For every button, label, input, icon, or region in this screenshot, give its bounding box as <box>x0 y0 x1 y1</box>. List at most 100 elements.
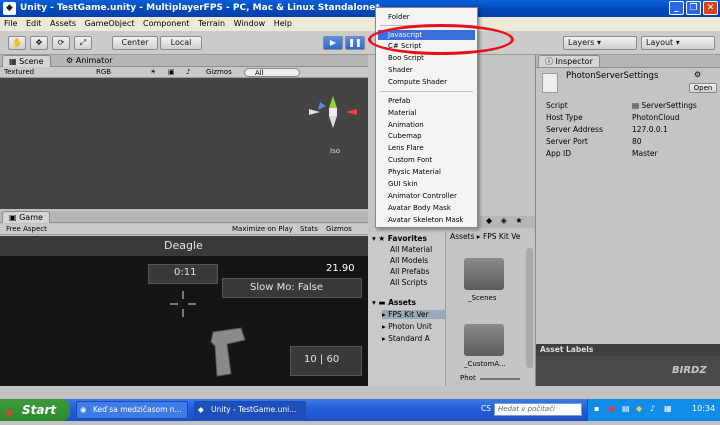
menu-help[interactable]: Help <box>274 19 292 28</box>
unity-taskbar-icon: ◆ <box>198 405 204 414</box>
volume-icon[interactable]: ♪ <box>650 404 655 413</box>
taskbar-item-unity[interactable]: ◆ Unity - TestGame.uni... <box>194 401 306 419</box>
pivot-center-button[interactable]: Center <box>112 36 158 50</box>
menu-item-animator-controller[interactable]: Animator Controller <box>378 191 475 201</box>
project-scrollbar[interactable] <box>526 248 533 368</box>
label-icon[interactable]: ◈ <box>501 216 507 225</box>
folder-icon[interactable] <box>464 324 504 356</box>
layers-dropdown[interactable]: Layers ▾ <box>563 36 637 50</box>
menu-file[interactable]: File <box>4 19 17 28</box>
tab-scene[interactable]: ▦ Scene <box>2 55 51 67</box>
open-button[interactable]: Open <box>689 83 717 93</box>
favorite-item[interactable]: All Scripts <box>390 278 427 287</box>
tray-icon[interactable]: ▪ <box>594 404 599 413</box>
menu-item-compute-shader[interactable]: Compute Shader <box>378 77 475 87</box>
menu-window[interactable]: Window <box>234 19 266 28</box>
channel-dropdown[interactable]: RGB <box>96 67 111 78</box>
favorite-item[interactable]: All Material <box>390 245 432 254</box>
tray-icon[interactable]: ▤ <box>622 404 630 413</box>
menu-item-shader[interactable]: Shader <box>378 65 475 75</box>
menu-item-prefab[interactable]: Prefab <box>378 96 475 106</box>
field-label: Script <box>546 101 568 110</box>
maximize-button[interactable]: ❐ <box>686 1 701 15</box>
settings-icon[interactable]: ⚙ <box>694 70 701 79</box>
tab-inspector[interactable]: ⓘ Inspector <box>538 55 600 67</box>
scene-search-input[interactable]: All <box>244 68 300 77</box>
start-button[interactable]: ❖ Start <box>0 399 70 421</box>
script-field[interactable]: ▤ ServerSettings <box>632 101 697 110</box>
tab-animator[interactable]: ⚙ Animator <box>60 55 119 67</box>
menu-item-custom-font[interactable]: Custom Font <box>378 155 475 165</box>
highlight-circle-annotation <box>368 24 514 55</box>
lighting-icon[interactable]: ☀ <box>150 67 156 78</box>
menu-item-cubemap[interactable]: Cubemap <box>378 131 475 141</box>
aspect-dropdown[interactable]: Free Aspect <box>6 224 47 235</box>
menu-item-folder[interactable]: Folder <box>378 12 475 22</box>
tab-game[interactable]: ▣ Game <box>2 211 50 223</box>
menu-item-physic-material[interactable]: Physic Material <box>378 167 475 177</box>
menu-gameobject[interactable]: GameObject <box>85 19 135 28</box>
menu-item-gui-skin[interactable]: GUI Skin <box>378 179 475 189</box>
menu-assets[interactable]: Assets <box>50 19 76 28</box>
menu-component[interactable]: Component <box>143 19 189 28</box>
move-tool-icon[interactable]: ✥ <box>30 36 48 50</box>
menu-item-material[interactable]: Material <box>378 108 475 118</box>
play-button[interactable]: ▶ <box>323 36 343 50</box>
asset-labels-header[interactable]: Asset Labels <box>536 344 720 356</box>
game-view[interactable]: Deagle 0:11 21.90 Slow Mo: False 10 | 60 <box>0 236 368 386</box>
zoom-slider[interactable] <box>480 378 520 380</box>
close-button[interactable]: ✕ <box>703 1 718 15</box>
assets-header[interactable]: ▾ ▬ Assets <box>372 298 416 307</box>
maximize-on-play-toggle[interactable]: Maximize on Play <box>232 224 293 235</box>
gizmos-dropdown[interactable]: Gizmos <box>206 67 232 78</box>
render-mode-dropdown[interactable]: Textured <box>4 67 34 78</box>
scale-tool-icon[interactable]: ⤢ <box>74 36 92 50</box>
fav-all-scripts: All Scripts <box>390 278 428 287</box>
favorite-item[interactable]: All Prefabs <box>390 267 430 276</box>
tab-animator-label: Animator <box>75 56 113 65</box>
game-gizmos-toggle[interactable]: Gizmos <box>326 224 352 235</box>
score-value: 21.90 <box>326 263 355 274</box>
folder-label: _Scenes <box>468 294 497 302</box>
network-icon[interactable]: ▦ <box>664 404 672 413</box>
folder-icon[interactable] <box>464 258 504 290</box>
menu-edit[interactable]: Edit <box>26 19 42 28</box>
breadcrumb[interactable]: Assets ▸ FPS Kit Ve <box>450 232 526 241</box>
server-port-value[interactable]: 80 <box>632 137 642 146</box>
tray-icon[interactable]: ◉ <box>608 404 615 413</box>
start-label: Start <box>22 403 57 417</box>
asset-folder-item[interactable]: ▸ Photon Unit <box>382 322 446 331</box>
filter-icon[interactable]: ◆ <box>486 216 492 225</box>
scene-search-placeholder: All <box>255 69 264 77</box>
menu-terrain[interactable]: Terrain <box>198 19 225 28</box>
menu-item-avatar-body-mask[interactable]: Avatar Body Mask <box>378 203 475 213</box>
menu-item-lens-flare[interactable]: Lens Flare <box>378 143 475 153</box>
hand-tool-icon[interactable]: ✋ <box>8 36 26 50</box>
image-icon[interactable]: ▣ <box>168 67 175 78</box>
clock: 10:34 <box>692 404 716 413</box>
layout-dropdown[interactable]: Layout ▾ <box>641 36 715 50</box>
rotate-tool-icon[interactable]: ⟳ <box>52 36 70 50</box>
tray-icon[interactable]: ◆ <box>636 404 642 413</box>
server-address-value[interactable]: 127.0.0.1 <box>632 125 668 134</box>
star-icon[interactable]: ★ <box>515 216 522 225</box>
pause-button[interactable]: ❚❚ <box>345 36 365 50</box>
host-type-value[interactable]: PhotonCloud <box>632 113 680 122</box>
app-id-value[interactable]: Master <box>632 149 658 158</box>
language-indicator[interactable]: CS <box>481 404 491 413</box>
favorite-item[interactable]: All Models <box>390 256 428 265</box>
scene-view[interactable]: Iso <box>0 78 368 209</box>
projection-label: Iso <box>330 147 340 155</box>
taskbar-item-browser[interactable]: ◉ Keď sa medzičasom n... <box>76 401 188 419</box>
desktop-search-input[interactable]: Hedat v počítači <box>494 403 582 416</box>
asset-folder-item[interactable]: ▸ Standard A <box>382 334 446 343</box>
pivot-local-button[interactable]: Local <box>160 36 202 50</box>
menu-item-avatar-skeleton-mask[interactable]: Avatar Skeleton Mask <box>378 215 475 225</box>
audio-icon[interactable]: ♪ <box>186 67 190 78</box>
scene-gizmo[interactable] <box>0 78 368 209</box>
stats-toggle[interactable]: Stats <box>300 224 318 235</box>
menu-item-animation[interactable]: Animation <box>378 120 475 130</box>
minimize-button[interactable]: _ <box>669 1 684 15</box>
asset-folder-item[interactable]: ▸ FPS Kit Ver <box>382 310 446 319</box>
favorites-header[interactable]: ▾ ★ Favorites <box>372 234 427 243</box>
